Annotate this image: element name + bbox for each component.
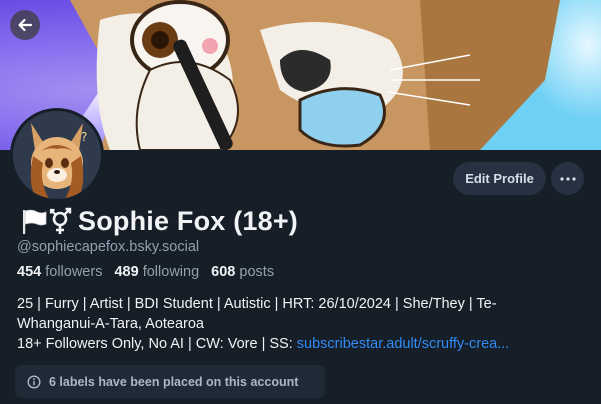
profile-stats: 454 followers 489 following 608 posts [17,264,274,280]
more-options-button[interactable] [551,162,584,195]
transgender-symbol-icon [49,207,72,234]
followers-count: 454 [17,264,42,280]
white-flag-icon [23,209,47,234]
svg-text:?: ? [81,130,87,144]
posts-label: posts [239,264,275,280]
profile-bio: 25 | Furry | Artist | BDI Student | Auti… [17,294,587,354]
labels-notice-button[interactable]: 6 labels have been placed on this accoun… [15,365,325,398]
avatar-image: ? [13,111,101,199]
posts-count: 608 [211,264,236,280]
bio-line-2: Whanganui-A-Tara, Aotearoa [17,316,204,332]
bio-line-3: 18+ Followers Only, No AI | CW: Vore | S… [17,334,587,354]
subscribestar-link[interactable]: subscribestar.adult/scruffy-crea... [297,336,510,352]
arrow-left-icon [18,18,33,32]
followers-label: followers [45,264,103,280]
posts-stat: 608 posts [211,264,274,280]
labels-notice-text: 6 labels have been placed on this accoun… [49,374,299,389]
bio-line-1: 25 | Furry | Artist | BDI Student | Auti… [17,296,497,312]
following-label: following [142,264,200,280]
bio-line-3-text: 18+ Followers Only, No AI | CW: Vore | S… [17,336,297,352]
display-name-row: Sophie Fox (18+) [18,204,298,238]
followers-link[interactable]: 454 followers [17,264,102,280]
back-button[interactable] [10,10,40,40]
edit-profile-button[interactable]: Edit Profile [453,162,546,195]
avatar[interactable]: ? [10,108,104,202]
following-count: 489 [114,264,139,280]
display-name: Sophie Fox (18+) [78,205,298,236]
following-link[interactable]: 489 following [114,264,199,280]
info-icon [27,374,41,389]
user-handle: @sophiecapefox.bsky.social [17,239,200,255]
ellipsis-icon [559,176,576,181]
